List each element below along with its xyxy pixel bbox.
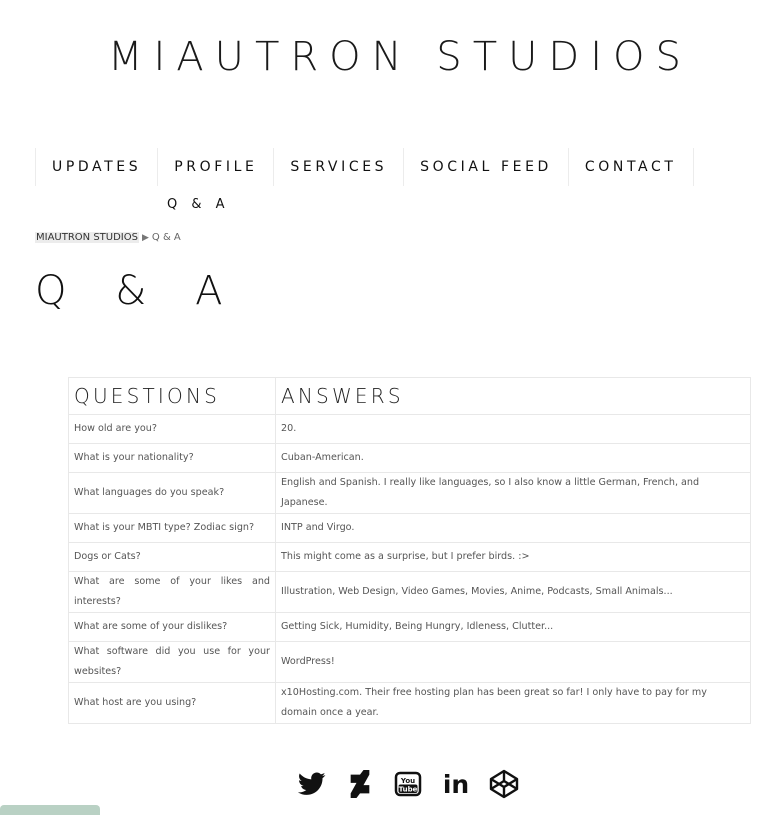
question-cell: What host are you using? bbox=[68, 682, 276, 724]
table-row: What host are you using? x10Hosting.com.… bbox=[68, 682, 751, 724]
answer-cell: Cuban-American. bbox=[275, 443, 751, 473]
nav-item-services[interactable]: SERVICES bbox=[273, 148, 403, 186]
deviantart-icon[interactable] bbox=[344, 768, 376, 800]
table-row: What is your MBTI type? Zodiac sign? INT… bbox=[68, 513, 751, 543]
nav-subitem-qa[interactable]: Q & A bbox=[167, 197, 230, 212]
answer-cell: x10Hosting.com. Their free hosting plan … bbox=[275, 682, 751, 724]
linkedin-icon[interactable]: in bbox=[440, 768, 472, 800]
table-row: What software did you use for your websi… bbox=[68, 641, 751, 683]
question-cell: What is your MBTI type? Zodiac sign? bbox=[68, 513, 276, 543]
answers-header: ANSWERS bbox=[275, 377, 751, 415]
question-cell: What are some of your dislikes? bbox=[68, 612, 276, 642]
question-cell: What languages do you speak? bbox=[68, 472, 276, 514]
question-cell: What is your nationality? bbox=[68, 443, 276, 473]
answer-cell: English and Spanish. I really like langu… bbox=[275, 472, 751, 514]
table-header-row: QUESTIONS ANSWERS bbox=[68, 377, 751, 415]
qa-table: QUESTIONS ANSWERS How old are you? 20. W… bbox=[68, 377, 751, 724]
answer-cell: 20. bbox=[275, 414, 751, 444]
answer-cell: INTP and Virgo. bbox=[275, 513, 751, 543]
breadcrumb: MIAUTRON STUDIOS ▶ Q & A bbox=[35, 232, 181, 243]
table-row: Dogs or Cats? This might come as a surpr… bbox=[68, 542, 751, 572]
social-links: You Tube in bbox=[296, 768, 520, 800]
answer-cell: Illustration, Web Design, Video Games, M… bbox=[275, 571, 751, 613]
answer-cell: Getting Sick, Humidity, Being Hungry, Id… bbox=[275, 612, 751, 642]
table-row: What are some of your likes and interest… bbox=[68, 571, 751, 613]
linkedin-text: in bbox=[443, 770, 469, 798]
table-row: What languages do you speak? English and… bbox=[68, 472, 751, 514]
twitter-icon[interactable] bbox=[296, 768, 328, 800]
breadcrumb-separator-icon: ▶ bbox=[141, 233, 149, 243]
nav-item-updates[interactable]: UPDATES bbox=[35, 148, 157, 186]
table-row: How old are you? 20. bbox=[68, 414, 751, 444]
question-cell: What software did you use for your websi… bbox=[68, 641, 276, 683]
youtube-tube-text: Tube bbox=[399, 786, 418, 794]
main-nav: UPDATES PROFILE SERVICES SOCIAL FEED CON… bbox=[35, 148, 694, 186]
bottom-tab[interactable] bbox=[0, 805, 100, 815]
table-row: What are some of your dislikes? Getting … bbox=[68, 612, 751, 642]
question-cell: What are some of your likes and interest… bbox=[68, 571, 276, 613]
youtube-you-text: You bbox=[400, 777, 415, 785]
breadcrumb-current: Q & A bbox=[151, 232, 181, 243]
nav-item-contact[interactable]: CONTACT bbox=[567, 148, 694, 186]
page-title: Q & A bbox=[35, 268, 241, 314]
codepen-icon[interactable] bbox=[488, 768, 520, 800]
nav-item-social-feed[interactable]: SOCIAL FEED bbox=[403, 148, 568, 186]
youtube-icon[interactable]: You Tube bbox=[392, 768, 424, 800]
questions-header: QUESTIONS bbox=[68, 377, 276, 415]
question-cell: How old are you? bbox=[68, 414, 276, 444]
breadcrumb-home-link[interactable]: MIAUTRON STUDIOS bbox=[35, 232, 139, 243]
answer-cell: WordPress! bbox=[275, 641, 751, 683]
table-row: What is your nationality? Cuban-American… bbox=[68, 443, 751, 473]
question-cell: Dogs or Cats? bbox=[68, 542, 276, 572]
answer-cell: This might come as a surprise, but I pre… bbox=[275, 542, 751, 572]
nav-item-profile[interactable]: PROFILE bbox=[157, 148, 273, 186]
site-title[interactable]: MIAUTRON STUDIOS bbox=[108, 34, 692, 80]
